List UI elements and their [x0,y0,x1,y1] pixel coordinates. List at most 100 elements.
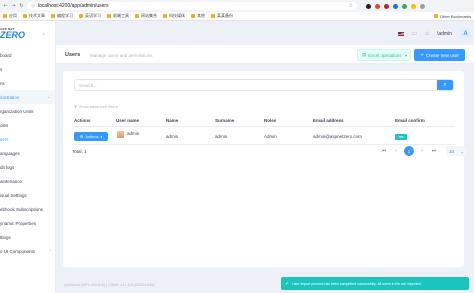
collapse-icon[interactable]: ‹ [42,30,45,38]
page-number-button[interactable]: 1 [404,146,414,156]
cell-user-name: admin [127,131,140,136]
folder-icon [191,14,195,18]
sidebar-item[interactable]: aintenance [0,174,55,188]
users-table: Actions User name Name Surname Roles Ema… [72,115,455,145]
column-header: Actions [74,118,91,123]
sidebar-item[interactable]: dit logs [0,160,55,174]
create-user-button[interactable]: + Create new user [414,49,465,61]
forward-icon[interactable]: → [11,3,16,9]
folder-icon [79,14,83,18]
address-bar[interactable]: ⓘ localhost:4200/app/admin/users ☆ [27,2,357,10]
back-icon[interactable]: ← [3,3,8,9]
bookmark-item[interactable]: 其他 [191,13,205,19]
sidebar-item[interactable]: o UI Components › [0,244,55,258]
column-header[interactable]: User name [116,118,139,123]
table-header: Actions User name Name Surname Roles Ema… [72,115,455,127]
sidebar-menu: board s ns inistration ⌄ rganization Units ole… [0,48,55,258]
user-name[interactable]: \admin [437,31,452,37]
bookmark-item[interactable]: 网站集合 [135,13,157,19]
folder-icon [107,14,111,18]
bell-icon[interactable]: ⌂ [425,30,429,37]
extension-icon[interactable] [411,3,416,9]
sidebar-item[interactable]: sers [0,132,55,146]
brand-logo[interactable]: ABP.NET ZERO ‹ [0,21,55,48]
first-page-icon[interactable]: ⏮ [380,148,388,154]
page-size-select[interactable]: 10 ⌄ [446,146,466,156]
avatar[interactable]: A [460,28,471,39]
column-header[interactable]: Email address [313,118,344,123]
sidebar-item-label: inistration [0,94,20,100]
extension-icon[interactable] [366,3,371,9]
folder-icon [23,14,27,18]
sidebar-item[interactable]: oles [0,118,55,132]
sidebar-item[interactable]: inistration ⌄ [0,90,55,104]
bookmarks-bar: 应用 技术文章 编程学习 英语学习 前端工具 网站集合 科技媒体 其他 某某备份… [0,12,474,21]
chevron-down-icon: ▾ [404,52,407,58]
bookmark-item[interactable]: 应用 [3,13,17,19]
extension-icon[interactable] [375,3,380,9]
advanced-filters-toggle[interactable]: ▼ Show advanced filters [74,104,118,109]
sidebar-item[interactable]: ttings [0,230,55,244]
sidebar: ABP.NET ZERO ‹ board s ns inistration ⌄ rgani… [0,21,56,293]
sidebar-item-label: sers [0,136,9,142]
sidebar-item[interactable]: board [0,48,55,62]
language-flag-icon[interactable] [397,31,404,36]
bookmark-item[interactable]: 技术文章 [23,13,45,19]
bookmark-item[interactable]: 前端工具 [107,13,129,19]
extension-icon[interactable] [393,3,398,9]
excel-operations-button[interactable]: ▤ Excel operations ▾ [357,49,411,61]
extension-icon[interactable] [384,3,389,9]
chat-icon[interactable]: ▭ [412,30,418,37]
column-header[interactable]: Name [166,118,178,123]
bookmark-item[interactable]: 编程学习 [51,13,73,19]
header-toolbar: ▭ ⌂ \admin A [397,28,474,39]
chevron-icon: › [49,248,51,254]
sidebar-item-label: aintenance [0,178,23,184]
user-avatar [116,130,125,139]
check-circle-icon: ✓ [285,280,290,287]
gear-icon: ⚙ [79,134,84,139]
extension-icon[interactable] [402,3,407,9]
sidebar-item[interactable]: ns [0,76,55,90]
bookmark-item[interactable]: 某某备份 [211,13,233,19]
sidebar-item[interactable]: anguages [0,146,55,160]
bookmark-star-icon[interactable]: ☆ [349,3,353,9]
address-url: localhost:4200/app/admin/users [38,3,109,9]
folder-icon [3,14,7,18]
actions-button[interactable]: ⚙ Actions ▾ [74,132,108,141]
other-bookmarks[interactable]: Other Bookmarks [433,14,471,19]
bookmark-item[interactable]: 英语学习 [79,13,101,19]
column-header: Roles [264,118,277,123]
search-box: ⌕ [74,79,454,91]
search-input[interactable] [75,80,437,90]
sidebar-item[interactable]: isual Settings [0,188,55,202]
success-toast[interactable]: ✓ User import process has been completed… [281,277,469,290]
folder-icon [211,14,215,18]
reload-icon[interactable]: ↻ [19,3,24,9]
sidebar-item[interactable]: rganization Units [0,104,55,118]
search-icon[interactable]: ⌕ [437,80,453,90]
status-badge: Yes [395,134,407,140]
sidebar-item[interactable]: ebhook Subscriptions [0,202,55,216]
last-page-icon[interactable]: ⏭ [430,148,438,154]
info-icon[interactable]: ⓘ [31,3,35,9]
folder-icon [163,14,167,18]
cell-surname: admin [215,134,228,139]
table-row: ⚙ Actions ▾ admin admin admin Admin admi… [72,127,455,145]
next-page-icon[interactable]: › [418,148,426,154]
sidebar-item-label: ynamic Properties [0,220,37,226]
previous-page-icon[interactable]: ‹ [392,148,400,154]
sidebar-item-label: isual Settings [0,192,27,198]
column-header[interactable]: Surname [215,118,234,123]
plus-icon: + [420,52,424,58]
sidebar-item[interactable]: s [0,62,55,76]
excel-icon: ▤ [362,52,367,58]
sidebar-item[interactable]: ynamic Properties [0,216,55,230]
folder-icon [51,14,55,18]
chevron-down-icon: ⌄ [460,148,464,154]
column-header[interactable]: Email confirm [395,118,425,123]
toast-message: User import process has been completed s… [292,281,422,286]
extension-icon[interactable] [420,3,425,9]
subheader: Users Manage users and permissions ▤ Exc… [56,44,474,64]
bookmark-item[interactable]: 科技媒体 [163,13,185,19]
